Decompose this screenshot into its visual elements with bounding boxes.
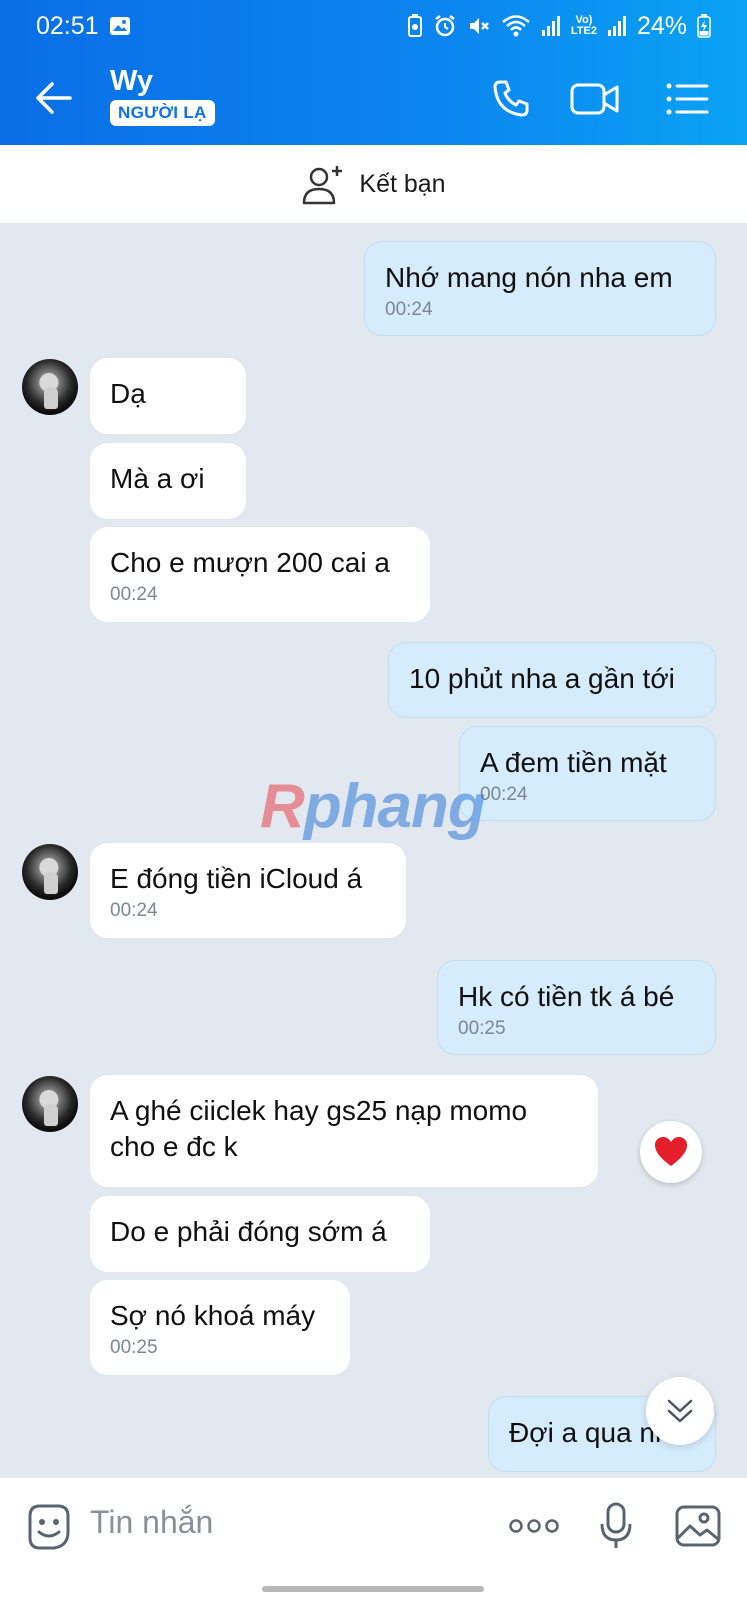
message-input-bar: Tin nhắn (0, 1477, 747, 1600)
message-text: A ghé ciiclek hay gs25 nạp momo cho e đc… (110, 1095, 528, 1162)
mute-icon (467, 14, 491, 38)
home-indicator[interactable] (262, 1586, 484, 1592)
more-dots-icon (509, 1519, 559, 1533)
call-button[interactable] (485, 72, 539, 126)
message-time: 00:24 (110, 584, 158, 605)
back-arrow-icon (36, 82, 72, 114)
message-time: 00:25 (458, 1018, 506, 1039)
message-text: 10 phủt nha a gần tới (409, 663, 675, 694)
add-friend-button[interactable]: Kết bạn (0, 145, 747, 223)
wifi-icon (501, 14, 531, 38)
message-bubble-incoming[interactable]: Sợ nó khoá máy 00:25 (90, 1280, 350, 1375)
message-bubble-outgoing[interactable]: Nhớ mang nón nha em 00:24 (364, 241, 716, 336)
menu-list-icon (666, 83, 709, 115)
message-text: Hk có tiền tk á bé (458, 981, 675, 1012)
add-friend-label: Kết bạn (359, 169, 446, 198)
message-time: 00:24 (385, 299, 433, 320)
message-bubble-incoming[interactable]: Mà a ơi (90, 443, 246, 519)
message-text: Do e phải đóng sớm á (110, 1216, 387, 1247)
back-button[interactable] (28, 72, 80, 124)
image-button[interactable] (672, 1500, 724, 1552)
message-bubble-outgoing[interactable]: A đem tiền mặt 00:24 (459, 726, 716, 821)
image-icon (675, 1505, 721, 1547)
microphone-icon (600, 1502, 632, 1548)
watermark-logo: Rphang (260, 772, 486, 841)
signal-icon (607, 15, 627, 37)
avatar[interactable] (22, 844, 78, 900)
message-text: Mà a ơi (110, 463, 205, 494)
message-bubble-incoming[interactable]: A ghé ciiclek hay gs25 nạp momo cho e đc… (90, 1075, 598, 1187)
contact-name[interactable]: Wy (110, 64, 215, 98)
status-bar: 02:51 Vo) LTE2 24% (0, 0, 747, 52)
app-bar: Wy NGƯỜI LẠ (0, 52, 747, 145)
video-call-icon (570, 83, 619, 115)
reaction-button[interactable] (640, 1121, 702, 1183)
phone-icon (493, 80, 529, 117)
avatar[interactable] (22, 359, 78, 415)
voice-button[interactable] (590, 1500, 642, 1552)
message-text: E đóng tiền iCloud á (110, 863, 363, 894)
more-button[interactable] (508, 1500, 560, 1552)
message-input[interactable]: Tin nhắn (90, 1504, 213, 1541)
message-bubble-outgoing[interactable]: Hk có tiền tk á bé 00:25 (437, 960, 716, 1055)
message-list[interactable]: Nhớ mang nón nha em 00:24 Dạ Mà a ơi Cho… (0, 223, 747, 1477)
video-call-button[interactable] (568, 72, 622, 126)
add-person-icon (303, 166, 343, 205)
menu-button[interactable] (660, 72, 714, 126)
message-text: Dạ (110, 378, 146, 409)
chat-header: 02:51 Vo) LTE2 24% Wy NGƯỜI LẠ (0, 0, 747, 145)
message-time: 00:24 (110, 900, 158, 921)
message-text: Cho e mượn 200 cai a (110, 547, 390, 578)
battery-charging-icon (697, 14, 711, 38)
emoji-button[interactable] (24, 1502, 74, 1552)
message-time: 00:24 (480, 784, 528, 805)
status-time: 02:51 (36, 11, 99, 40)
stranger-badge: NGƯỜI LẠ (110, 100, 215, 126)
volte-icon: Vo) LTE2 (570, 14, 597, 37)
heart-icon (655, 1137, 687, 1166)
message-bubble-incoming[interactable]: Cho e mượn 200 cai a 00:24 (90, 527, 430, 622)
signal-icon (541, 15, 561, 37)
message-text: A đem tiền mặt (480, 747, 667, 778)
gallery-icon (109, 16, 131, 36)
battery-percent: 24% (636, 11, 687, 40)
scroll-to-bottom-button[interactable] (646, 1377, 714, 1445)
double-chevron-down-icon (667, 1399, 693, 1423)
message-bubble-outgoing[interactable]: 10 phủt nha a gần tới (388, 642, 716, 718)
message-bubble-incoming[interactable]: E đóng tiền iCloud á 00:24 (90, 843, 406, 938)
battery-saver-icon (407, 14, 423, 38)
message-text: Nhớ mang nón nha em (385, 262, 673, 293)
sticker-icon (28, 1504, 70, 1550)
message-text: Sợ nó khoá máy (110, 1300, 316, 1331)
message-bubble-incoming[interactable]: Dạ (90, 358, 246, 434)
alarm-icon (433, 14, 457, 38)
avatar[interactable] (22, 1076, 78, 1132)
message-bubble-incoming[interactable]: Do e phải đóng sớm á (90, 1196, 430, 1272)
message-time: 00:25 (110, 1337, 158, 1358)
